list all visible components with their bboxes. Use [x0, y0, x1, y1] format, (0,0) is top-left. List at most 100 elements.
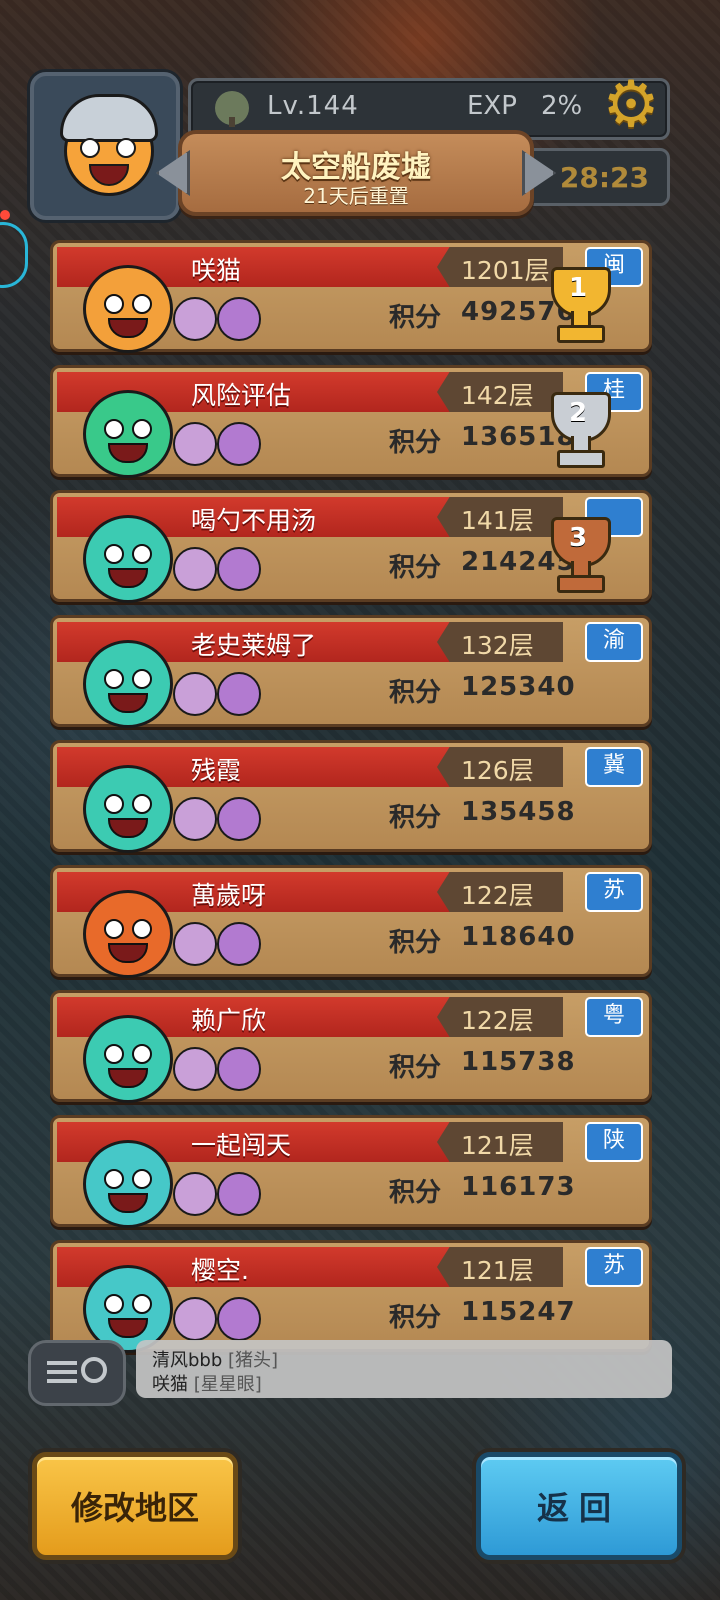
player-name: 老史莱姆了	[191, 631, 317, 660]
companion-pet	[173, 297, 217, 341]
pet-avatar	[83, 640, 173, 728]
ranking-row[interactable]: 喝勺不用汤 141层 积分 214245 3	[50, 490, 652, 603]
companion-pet	[173, 1172, 217, 1216]
tree-icon	[215, 91, 249, 127]
score-value: 116173	[461, 1172, 576, 1202]
player-name: 萬歲呀	[191, 881, 267, 910]
companion-pet	[217, 797, 261, 841]
pet-avatar	[83, 890, 173, 978]
companion-pet	[217, 672, 261, 716]
companion-pet	[173, 1047, 217, 1091]
score-label: 积分	[389, 303, 442, 333]
chat-message: 清风bbb [猪头]	[152, 1346, 278, 1372]
companion-pet	[173, 1297, 217, 1341]
chat-preview[interactable]: 清风bbb [猪头] 咲猫 [星星眼]	[136, 1340, 672, 1398]
ranking-row[interactable]: 一起闯天 121层 陕积分 116173	[50, 1115, 652, 1228]
reset-countdown-text: 21天后重置	[303, 184, 409, 208]
score-value: 135458	[461, 797, 576, 827]
ranking-row[interactable]: 赖广欣 122层 粤积分 115738	[50, 990, 652, 1103]
companion-pet	[217, 547, 261, 591]
player-name: 咲猫	[191, 256, 242, 285]
chat-message: 咲猫 [星星眼]	[152, 1370, 262, 1396]
companion-pet	[173, 797, 217, 841]
reset-timer: 28:23	[559, 161, 649, 194]
companion-pet	[217, 1297, 261, 1341]
region-badge: 冀	[585, 747, 643, 787]
chat-user: 清风bbb	[152, 1350, 223, 1371]
pet-avatar	[83, 1140, 173, 1228]
trophy-icon: 3	[543, 517, 613, 593]
player-name: 喝勺不用汤	[191, 506, 317, 535]
area-title-plaque: 太空船废墟 21天后重置	[178, 130, 534, 216]
score-label: 积分	[389, 678, 442, 708]
ranking-row[interactable]: 老史莱姆了 132层 渝积分 125340	[50, 615, 652, 728]
region-badge: 苏	[585, 872, 643, 912]
trophy-rank: 3	[568, 523, 588, 553]
companion-pet	[217, 297, 261, 341]
ranking-row[interactable]: 萬歲呀 122层 苏积分 118640	[50, 865, 652, 978]
player-name: 一起闯天	[191, 1131, 292, 1160]
score-label: 积分	[389, 1178, 442, 1208]
back-label: 返回	[536, 1489, 621, 1527]
companion-pet	[173, 672, 217, 716]
floor-count: 126层	[461, 756, 534, 785]
score-label: 积分	[389, 1303, 442, 1333]
score-label: 积分	[389, 1053, 442, 1083]
floor-count: 122层	[461, 1006, 534, 1035]
chat-user: 咲猫	[152, 1374, 188, 1395]
pet-avatar	[83, 1015, 173, 1103]
score-label: 积分	[389, 928, 442, 958]
score-value: 125340	[461, 672, 576, 702]
score-value: 118640	[461, 922, 576, 952]
notification-dot	[0, 210, 10, 220]
trophy-icon: 1	[543, 267, 613, 343]
region-badge: 陕	[585, 1122, 643, 1162]
floor-count: 1201层	[461, 256, 550, 285]
pet-avatar	[83, 765, 173, 853]
companion-pet	[173, 422, 217, 466]
change-region-label: 修改地区	[70, 1489, 199, 1527]
floor-count: 121层	[461, 1256, 534, 1285]
floor-count: 141层	[461, 506, 534, 535]
ranking-row[interactable]: 咲猫 1201层闽积分 492576 1	[50, 240, 652, 353]
companion-pet	[173, 547, 217, 591]
score-value: 115738	[461, 1047, 576, 1077]
trophy-icon: 2	[543, 392, 613, 468]
ranking-row[interactable]: 风险评估 142层桂积分 136518 2	[50, 365, 652, 478]
score-value: 115247	[461, 1297, 576, 1327]
chat-button[interactable]	[28, 1340, 126, 1406]
gear-icon[interactable]: ⚙	[598, 72, 664, 138]
pet-avatar	[83, 390, 173, 478]
back-button[interactable]: 返回	[476, 1452, 682, 1560]
companion-pet	[217, 422, 261, 466]
exp-label: EXP	[467, 91, 517, 121]
region-badge: 粤	[585, 997, 643, 1037]
pet-avatar	[83, 515, 173, 603]
player-avatar[interactable]	[30, 72, 180, 220]
floor-count: 142层	[461, 381, 534, 410]
trophy-rank: 2	[568, 398, 588, 428]
score-label: 积分	[389, 553, 442, 583]
ranking-row[interactable]: 残霞 126层 冀积分 135458	[50, 740, 652, 853]
player-name: 残霞	[191, 756, 242, 785]
chat-emote-tag: [猪头]	[228, 1350, 279, 1371]
chat-lines-icon	[47, 1361, 77, 1385]
player-name: 赖广欣	[191, 1006, 267, 1035]
player-name: 樱空.	[191, 1256, 249, 1285]
floor-count: 121层	[461, 1131, 534, 1160]
score-label: 积分	[389, 428, 442, 458]
floor-count: 122层	[461, 881, 534, 910]
trophy-rank: 1	[568, 273, 588, 303]
companion-pet	[217, 922, 261, 966]
change-region-button[interactable]: 修改地区	[32, 1452, 238, 1560]
region-badge: 苏	[585, 1247, 643, 1287]
companion-pet	[217, 1172, 261, 1216]
region-badge: 渝	[585, 622, 643, 662]
player-level: Lv.144	[267, 91, 359, 121]
chat-dial-icon	[81, 1357, 107, 1383]
ranking-row[interactable]: 樱空. 121层 苏积分 115247	[50, 1240, 652, 1353]
player-name: 风险评估	[191, 381, 292, 410]
floor-count: 132层	[461, 631, 534, 660]
score-label: 积分	[389, 803, 442, 833]
companion-pet	[173, 922, 217, 966]
